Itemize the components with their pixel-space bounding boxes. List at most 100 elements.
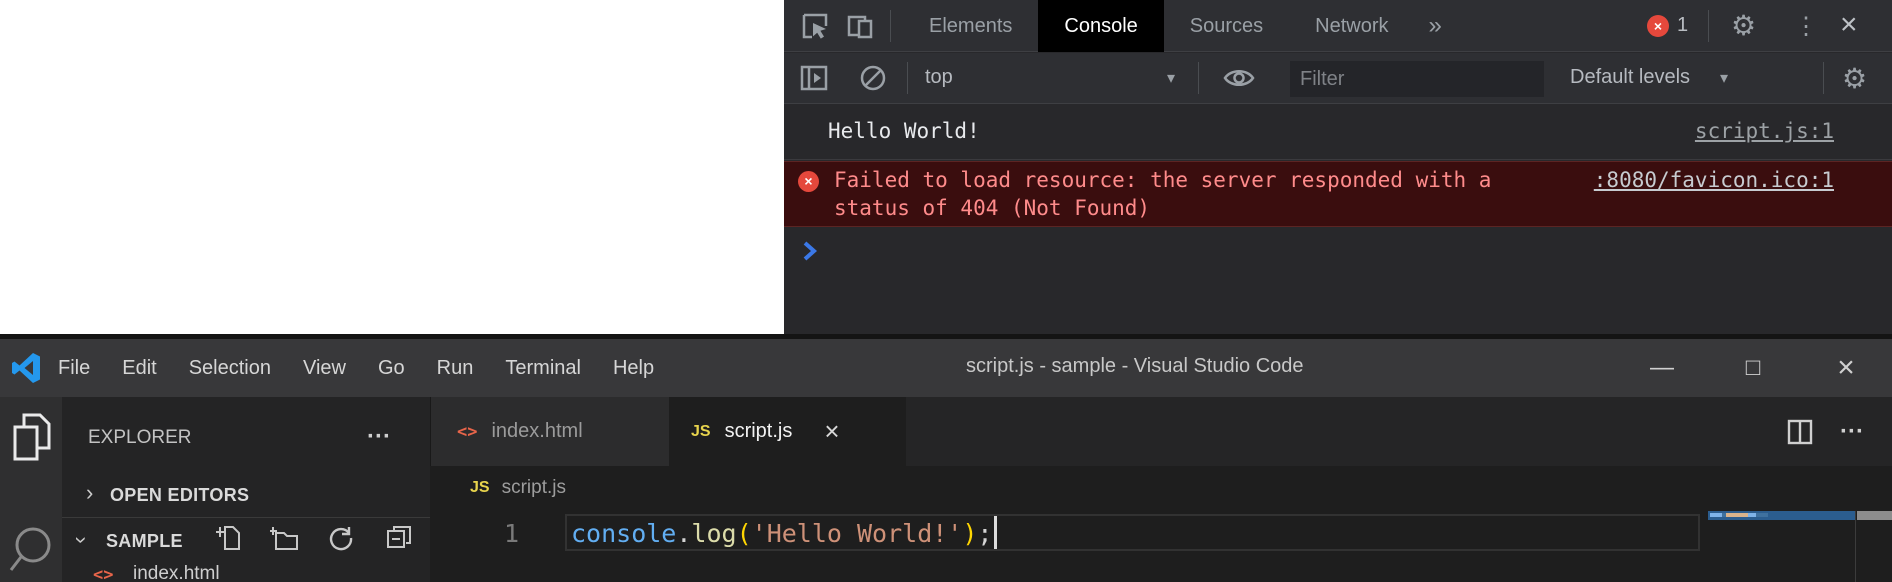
error-count[interactable]: 1 [1677,14,1688,37]
console-sidebar-toggle-icon[interactable] [799,63,829,93]
code-token: 'Hello World!' [752,519,963,548]
devtools-panel: ElementsConsoleSourcesNetwork » × 1 ⚙ ⋮ … [784,0,1892,334]
devtools-menu-dots-icon[interactable]: ⋮ [1794,14,1818,40]
html-file-icon: <> [457,422,477,442]
divider [1855,511,1856,582]
window-close-button[interactable]: × [1816,339,1876,397]
menu-help[interactable]: Help [613,357,654,380]
vscode-logo [10,352,42,384]
tab-close-icon[interactable]: × [824,416,839,447]
console-toolbar: top ▾ Default levels ▾ ⚙ [784,53,1892,104]
collapse-all-icon[interactable] [386,525,412,551]
divider [890,10,891,42]
error-icon: × [798,171,819,192]
menu-go[interactable]: Go [378,357,405,380]
sidebar-file-index-html[interactable]: index.html [133,563,220,582]
folder-section-sample[interactable]: SAMPLE [106,531,183,552]
code-token: ) [962,519,977,548]
chevron-right-icon[interactable]: › [86,480,93,506]
devtools-tab-console[interactable]: Console [1038,0,1163,52]
html-file-icon: <> [93,565,113,582]
line-number: 1 [504,519,519,548]
devtools-close-icon[interactable]: × [1840,10,1858,40]
tab-label: index.html [491,420,582,443]
code-token: console [571,519,676,548]
open-editors-section[interactable]: OPEN EDITORS [110,485,249,506]
editor-area: <> index.html JS script.js × ··· JS [430,397,1892,582]
maximize-button[interactable]: □ [1723,339,1783,397]
vscode-titlebar: File Edit Selection View Go Run Terminal Help s… [0,339,1892,397]
menu-file[interactable]: File [58,357,90,380]
devtools-tabbar: ElementsConsoleSourcesNetwork » × 1 ⚙ ⋮ … [784,0,1892,52]
console-log-row: Hello World! script.js:1 [784,105,1892,160]
breadcrumb-file: script.js [502,477,566,499]
code-token: ; [977,519,992,548]
context-selector[interactable]: top [925,66,953,89]
log-levels-selector[interactable]: Default levels [1570,66,1690,89]
menu-selection[interactable]: Selection [189,357,271,380]
breadcrumb[interactable]: JS script.js [470,477,566,499]
refresh-icon[interactable] [328,525,354,551]
explorer-sidebar: EXPLORER ··· › OPEN EDITORS › SAMPLE [62,397,430,582]
console-error-text-line1: Failed to load resource: the server resp… [834,168,1491,192]
editor-more-actions-icon[interactable]: ··· [1840,418,1864,446]
console-error-row: × Failed to load resource: the server re… [784,161,1892,227]
error-badge-icon[interactable]: × [1647,15,1669,37]
live-expression-eye-icon[interactable] [1222,63,1252,93]
code-line[interactable]: console.log('Hello World!'); [571,519,992,548]
menu-view[interactable]: View [303,357,346,380]
explorer-files-icon[interactable] [11,412,53,466]
devtools-tabs: ElementsConsoleSourcesNetwork [903,0,1415,52]
prompt-chevron-icon [802,239,818,263]
inspect-element-icon[interactable] [800,11,830,41]
settings-gear-icon[interactable]: ⚙ [1731,11,1756,41]
new-folder-icon[interactable] [270,525,296,551]
split-editor-icon[interactable] [1786,418,1814,446]
more-tabs-chevron[interactable]: » [1415,12,1456,40]
sidebar-more-actions-icon[interactable]: ··· [367,423,391,451]
devtools-tab-network[interactable]: Network [1289,0,1414,52]
divider [907,62,908,94]
console-log-text: Hello World! [828,119,980,143]
tab-index-html[interactable]: <> index.html [431,397,669,466]
console-prompt-row[interactable] [784,228,1892,278]
editor-tabbar: <> index.html JS script.js × ··· [430,397,1892,466]
chevron-down-icon[interactable]: › [69,536,95,543]
divider [62,517,430,518]
console-filter-input[interactable] [1290,61,1544,97]
tab-label: script.js [725,420,793,443]
devtools-tab-elements[interactable]: Elements [903,0,1038,52]
window-title: script.js - sample - Visual Studio Code [966,355,1304,378]
clear-console-icon[interactable] [858,63,888,93]
source-link[interactable]: script.js:1 [1695,119,1834,143]
console-messages: Hello World! script.js:1 × Failed to loa… [784,105,1892,334]
divider [1823,62,1824,94]
sidebar-title: EXPLORER [88,427,191,449]
text-cursor [994,516,997,549]
divider [1708,10,1709,42]
search-icon[interactable] [8,518,54,582]
code-token: . [676,519,691,548]
context-caret-icon[interactable]: ▾ [1167,68,1175,88]
js-file-icon: JS [691,423,711,441]
divider [1198,62,1199,94]
source-link[interactable]: :8080/favicon.ico:1 [1594,168,1834,192]
log-levels-caret-icon[interactable]: ▾ [1720,68,1728,88]
editor-scrollbar[interactable] [1857,511,1892,520]
menu-bar: File Edit Selection View Go Run Terminal Help [58,339,654,397]
device-toolbar-icon[interactable] [846,11,876,41]
devtools-tab-sources[interactable]: Sources [1164,0,1289,52]
minimize-button[interactable]: — [1632,339,1692,397]
new-file-icon[interactable] [216,525,242,551]
menu-run[interactable]: Run [437,357,474,380]
tab-script-js[interactable]: JS script.js × [669,397,906,466]
console-settings-gear-icon[interactable]: ⚙ [1842,64,1867,94]
minimap[interactable] [1708,511,1855,520]
code-token: log [691,519,736,548]
menu-terminal[interactable]: Terminal [505,357,581,380]
menu-edit[interactable]: Edit [122,357,156,380]
js-file-icon: JS [470,479,490,497]
screen: ElementsConsoleSourcesNetwork » × 1 ⚙ ⋮ … [0,0,1892,582]
browser-page [0,0,784,334]
code-token: ( [737,519,752,548]
